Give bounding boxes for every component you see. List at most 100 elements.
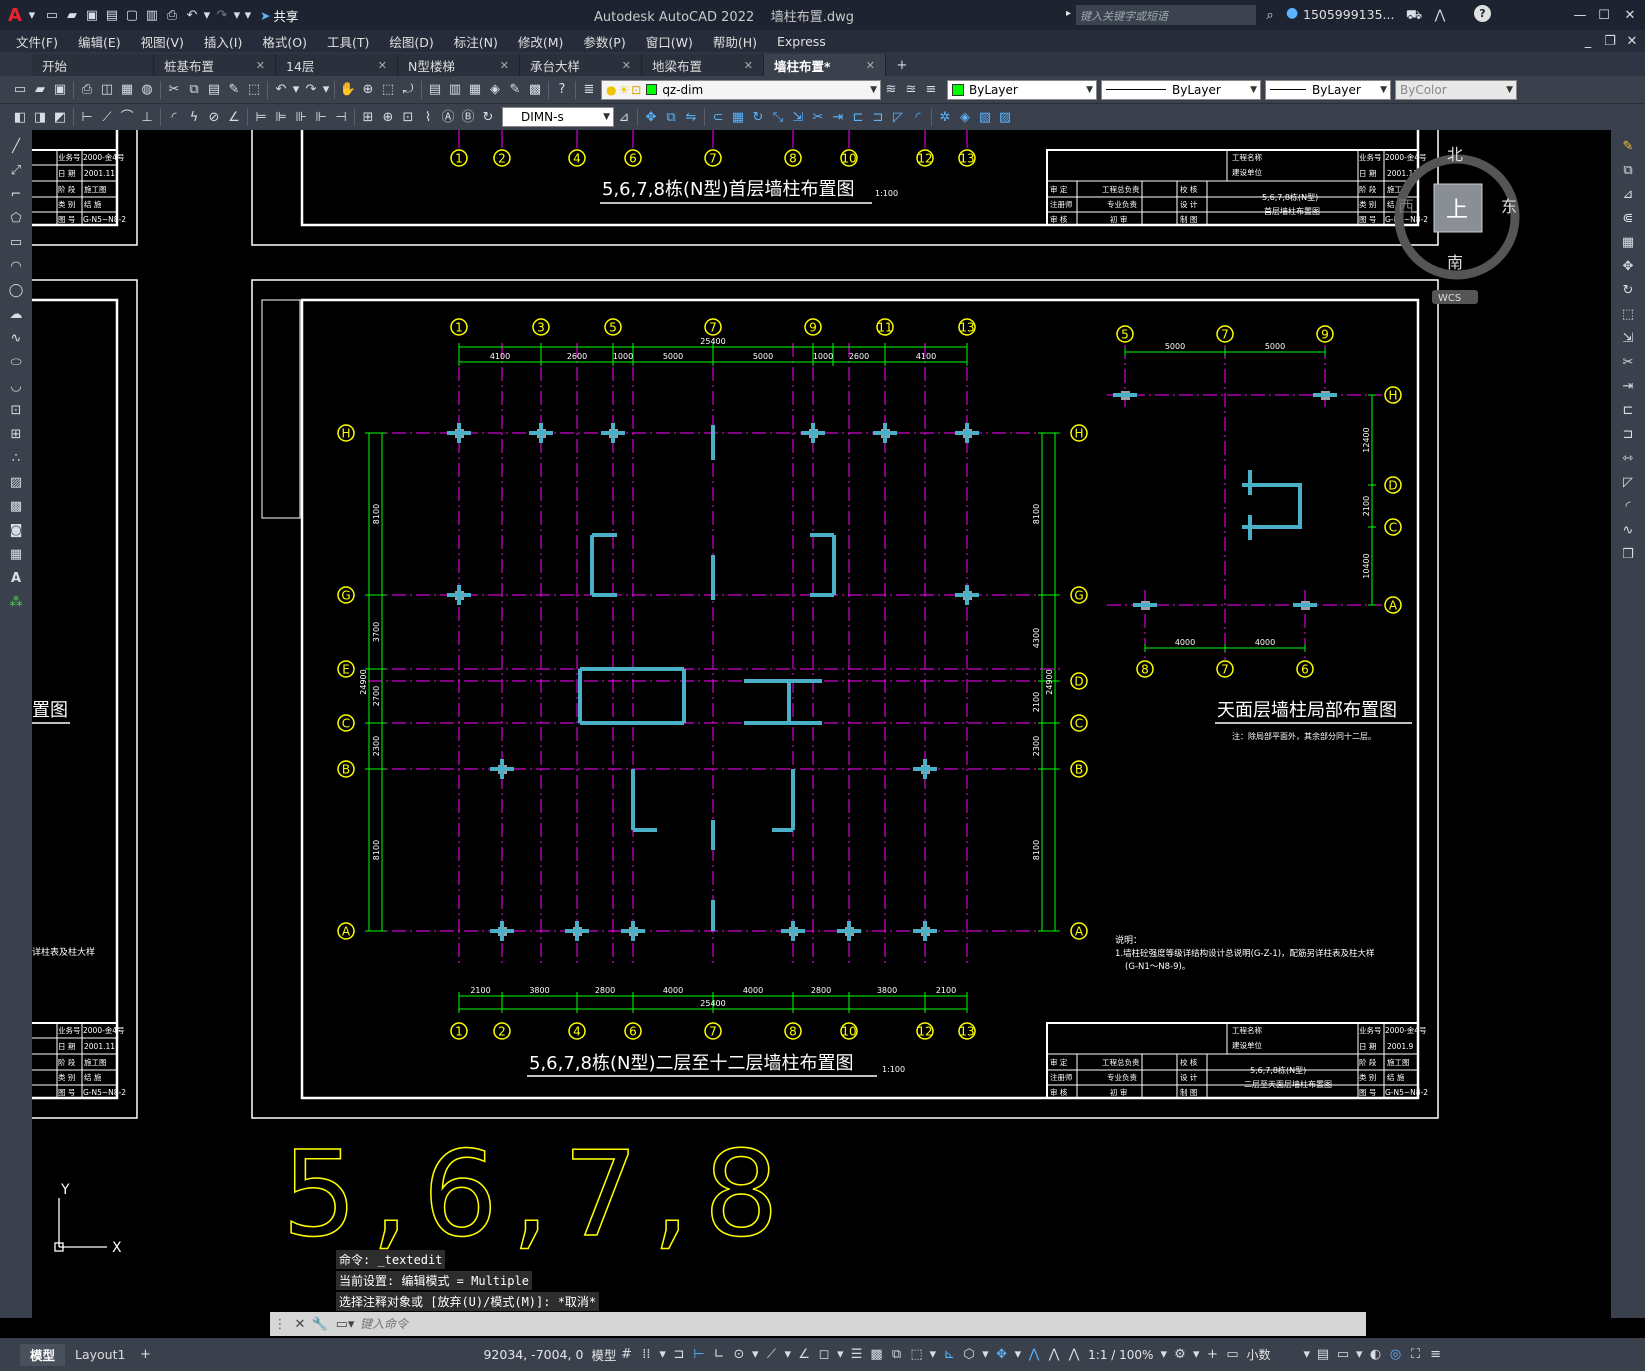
clean-screen-icon[interactable]: ⛶ <box>1406 1343 1426 1367</box>
line-icon[interactable]: ╱ <box>6 136 26 156</box>
radius-dim-icon[interactable]: ◜ <box>164 107 184 127</box>
dimstyle-manager-icon[interactable]: ⊿ <box>614 107 634 127</box>
layer-lock-icon[interactable]: ⊡ <box>631 83 641 97</box>
new-icon[interactable]: ▭ <box>10 80 30 100</box>
jogged-dim-icon[interactable]: ϟ <box>184 107 204 127</box>
snap-icon[interactable]: ⁞⁞ <box>636 1343 656 1367</box>
workspace-gear-icon[interactable]: ⚙ <box>1170 1343 1190 1367</box>
dropdown-icon[interactable]: ▾ <box>927 1343 940 1367</box>
join-icon[interactable]: ⇿ <box>1618 448 1638 468</box>
dropdown-icon[interactable]: ▾ <box>1012 1343 1025 1367</box>
plot-icon[interactable]: ⎙ <box>77 80 97 100</box>
3d-print-icon[interactable]: ◍ <box>137 80 157 100</box>
ellipse-icon[interactable]: ⬭ <box>6 352 26 372</box>
object-snap-icon[interactable]: ◻ <box>814 1343 834 1367</box>
cut-icon[interactable]: ✂ <box>164 80 184 100</box>
jogged-linear-icon[interactable]: ⌇ <box>418 107 438 127</box>
stretch-icon[interactable]: ⇲ <box>788 107 808 127</box>
inspect-icon[interactable]: ⊡ <box>398 107 418 127</box>
arc-icon[interactable]: ◠ <box>6 256 26 276</box>
linear-dim-icon[interactable]: ⊢ <box>77 107 97 127</box>
3d-osnap-icon[interactable]: ⬚ <box>907 1343 927 1367</box>
quick-dim-icon[interactable]: ⊨ <box>251 107 271 127</box>
doc-close-icon[interactable]: ✕ <box>1622 31 1642 51</box>
dropdown-icon[interactable]: ▾ <box>321 80 331 100</box>
paste-icon[interactable]: ▤ <box>204 80 224 100</box>
make-current-layer-icon[interactable]: ≋ <box>881 80 901 100</box>
rotate-icon[interactable]: ↻ <box>748 107 768 127</box>
scale-icon[interactable]: ⬚ <box>1618 304 1638 324</box>
dim-space-icon[interactable]: ⊩ <box>311 107 331 127</box>
close-command-icon[interactable]: ✕ <box>290 1314 310 1334</box>
dim-edit-icon[interactable]: Ⓐ <box>438 107 458 127</box>
redo-dropdown-icon[interactable]: ▾ <box>232 5 242 25</box>
menu-view[interactable]: 视图(V) <box>131 32 194 51</box>
copy-icon[interactable]: ⧉ <box>184 80 204 100</box>
layout-tab-layout1[interactable]: Layout1 <box>65 1344 135 1366</box>
dropdown-icon[interactable]: ▾ <box>834 1343 847 1367</box>
revcloud-icon[interactable]: ☁ <box>6 304 26 324</box>
break-point-icon[interactable]: ⊏ <box>1618 400 1638 420</box>
explode-icon[interactable]: ✲ <box>935 107 955 127</box>
undo-icon[interactable]: ↶ <box>271 80 291 100</box>
zoom-previous-icon[interactable]: ⤾ <box>398 80 418 100</box>
layer-previous-icon[interactable]: ≊ <box>901 80 921 100</box>
extend-icon[interactable]: ⇥ <box>828 107 848 127</box>
drawing-canvas[interactable]: 4100 2600 1000 5000 5000 1000 2600 4100 25400 210… <box>26 120 1611 1318</box>
file-tab[interactable]: 桩基布置 ✕ <box>154 54 276 76</box>
grip-icon[interactable]: ⋮ <box>270 1314 290 1334</box>
explode-icon[interactable]: ❒ <box>1618 544 1638 564</box>
close-icon[interactable]: ✕ <box>1620 5 1640 25</box>
markup-icon[interactable]: ✎ <box>505 80 525 100</box>
close-tab-icon[interactable]: ✕ <box>744 59 753 72</box>
menu-tools[interactable]: 工具(T) <box>317 32 379 51</box>
mirror-icon[interactable]: ⊿ <box>1618 184 1638 204</box>
annotation-scale-icon[interactable]: ⋀ <box>1064 1343 1084 1367</box>
quick-properties-icon[interactable]: ▤ <box>1313 1343 1333 1367</box>
close-tab-icon[interactable]: ✕ <box>622 59 631 72</box>
insert-block-icon[interactable]: ⊡ <box>6 400 26 420</box>
drawing-svg[interactable]: 4100 2600 1000 5000 5000 1000 2600 410025400210… <box>26 120 1611 1318</box>
break-icon[interactable]: ⊐ <box>1618 424 1638 444</box>
layer-match-icon[interactable]: ◨ <box>30 107 50 127</box>
hardware-accel-icon[interactable]: ◎ <box>1386 1343 1406 1367</box>
selection-filter-icon[interactable]: ⬡ <box>959 1343 979 1367</box>
file-tab-active[interactable]: 墙柱布置* ✕ <box>764 54 886 76</box>
make-block-icon[interactable]: ⊞ <box>6 424 26 444</box>
cart-icon[interactable]: ⛟ <box>1404 5 1424 25</box>
menu-parametric[interactable]: 参数(P) <box>573 32 635 51</box>
dim-update-icon[interactable]: ↻ <box>478 107 498 127</box>
copy-object-icon[interactable]: ⧉ <box>661 107 681 127</box>
match-properties-icon[interactable]: ✎ <box>224 80 244 100</box>
polygon-icon[interactable]: ⬠ <box>6 208 26 228</box>
ordinate-dim-icon[interactable]: ⊥ <box>137 107 157 127</box>
offset-icon[interactable]: ⊂ <box>708 107 728 127</box>
units-icon[interactable]: ▭ <box>1223 1343 1243 1367</box>
autocad-logo-icon[interactable]: A <box>8 5 22 26</box>
maximize-icon[interactable]: ☐ <box>1594 5 1614 25</box>
object-snap-tracking-icon[interactable]: ∠ <box>794 1343 814 1367</box>
open-web-icon[interactable]: ▢ <box>122 5 142 25</box>
dynamic-input-icon[interactable]: ⊢ <box>689 1343 709 1367</box>
close-tab-icon[interactable]: ✕ <box>500 59 509 72</box>
dimstyle-dropdown[interactable]: DIMN-s ▼ <box>502 107 614 127</box>
doc-restore-icon[interactable]: ❐ <box>1600 31 1620 51</box>
menu-insert[interactable]: 插入(I) <box>194 32 252 51</box>
circle-icon[interactable]: ◯ <box>6 280 26 300</box>
add-selected-icon[interactable]: ⁂ <box>6 592 26 612</box>
undo-icon[interactable]: ↶ <box>182 5 202 25</box>
array-icon[interactable]: ▦ <box>1618 232 1638 252</box>
mtext-icon[interactable]: A <box>6 568 26 588</box>
menu-express[interactable]: Express <box>767 34 836 49</box>
layer-on-icon[interactable]: ● <box>606 83 616 97</box>
layout-tab-model[interactable]: 模型 <box>20 1343 66 1366</box>
menu-dimension[interactable]: 标注(N) <box>444 32 508 51</box>
dropdown-icon[interactable]: ▾ <box>781 1343 794 1367</box>
diameter-dim-icon[interactable]: ⊘ <box>204 107 224 127</box>
recent-commands-icon[interactable]: ▭▾ <box>330 1314 360 1334</box>
gradient-icon[interactable]: ▩ <box>6 496 26 516</box>
zoom-window-icon[interactable]: ⬚ <box>378 80 398 100</box>
customize-icon[interactable]: ▾ <box>242 5 254 25</box>
dropdown-icon[interactable]: ▾ <box>1157 1343 1170 1367</box>
close-tab-icon[interactable]: ✕ <box>378 59 387 72</box>
